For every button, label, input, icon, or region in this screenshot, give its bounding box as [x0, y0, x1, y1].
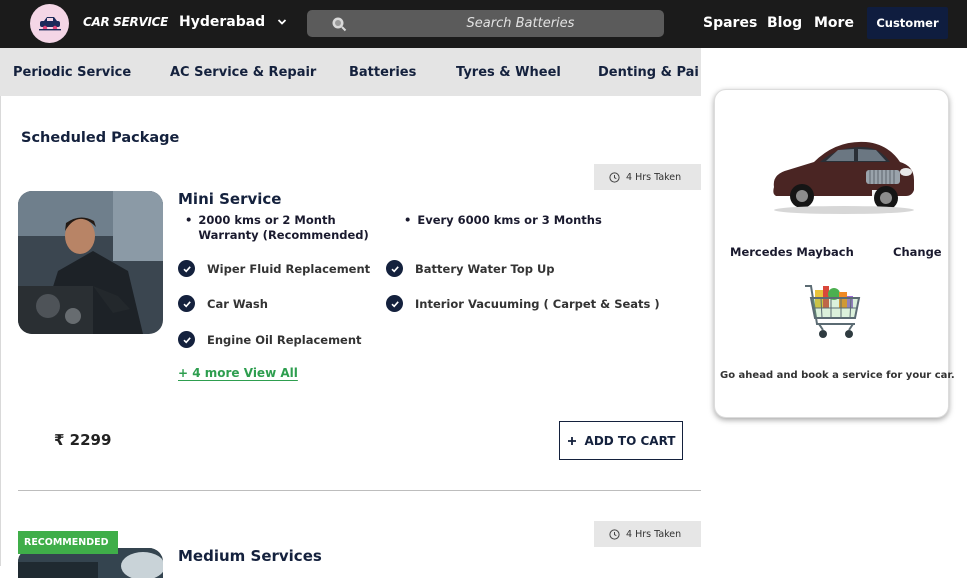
feature-label: Battery Water Top Up: [415, 261, 555, 276]
nav-more[interactable]: More: [814, 15, 854, 31]
feature-label: Car Wash: [207, 296, 268, 311]
car-image: [773, 141, 914, 214]
feature-item: Engine Oil Replacement: [178, 331, 362, 348]
search-icon: [332, 17, 347, 32]
check-icon: [178, 295, 195, 312]
mechanic-image: [18, 191, 163, 334]
feature-item: Battery Water Top Up: [386, 260, 555, 277]
check-icon: [178, 331, 195, 348]
package-title: Medium Services: [178, 547, 322, 565]
recommended-badge: RECOMMENDED: [18, 531, 118, 554]
city-selector[interactable]: Hyderabad: [179, 14, 287, 30]
check-icon: [386, 295, 403, 312]
package-title: Mini Service: [178, 190, 282, 208]
brand-name: CAR SERVICE: [83, 15, 169, 29]
category-batteries[interactable]: Batteries: [349, 65, 416, 80]
feature-label: Wiper Fluid Replacement: [207, 261, 371, 276]
check-icon: [386, 260, 403, 277]
view-all-link[interactable]: + 4 more View All: [178, 366, 298, 380]
car-name: Mercedes Maybach: [730, 245, 854, 259]
category-ac-service[interactable]: AC Service & Repair: [170, 65, 316, 80]
check-icon: [178, 260, 195, 277]
hrs-taken-label: 4 Hrs Taken: [626, 171, 682, 183]
selected-car-card: Mercedes Maybach Change Go ahead and boo…: [714, 89, 955, 418]
hrs-taken-label: 4 Hrs Taken: [626, 528, 682, 540]
customer-button[interactable]: Customer: [867, 7, 948, 39]
change-car-link[interactable]: Change: [893, 245, 942, 259]
add-to-cart-button[interactable]: ADD TO CART: [559, 421, 683, 460]
warranty-item: • 2000 kms or 2 Month Warranty (Recommend…: [185, 213, 390, 243]
nav-blog[interactable]: Blog: [767, 15, 802, 31]
shopping-cart-icon: [805, 285, 861, 338]
warranty-text: 2000 kms or 2 Month Warranty (Recommende…: [198, 213, 369, 242]
section-title: Scheduled Package: [21, 130, 180, 146]
content-border: [0, 96, 1, 566]
category-bar: Periodic Service AC Service & Repair Bat…: [0, 48, 701, 96]
top-header: CAR SERVICE Hyderabad Spares Blog More C…: [0, 0, 967, 48]
category-tyres-wheel[interactable]: Tyres & Wheel: [456, 65, 561, 80]
interval-text: Every 6000 kms or 3 Months: [417, 213, 602, 227]
hrs-taken-badge: 4 Hrs Taken: [594, 521, 701, 547]
car-logo-icon: [38, 16, 61, 30]
nav-spares[interactable]: Spares: [703, 15, 757, 31]
add-to-cart-label: ADD TO CART: [584, 433, 676, 448]
feature-label: Interior Vacuuming ( Carpet & Seats ): [415, 296, 660, 311]
search-bar[interactable]: [307, 10, 664, 37]
feature-label: Engine Oil Replacement: [207, 332, 362, 347]
city-label: Hyderabad: [179, 14, 266, 30]
clock-icon: [609, 528, 620, 540]
category-periodic-service[interactable]: Periodic Service: [13, 65, 131, 80]
chevron-down-icon: [278, 19, 287, 25]
feature-item: Interior Vacuuming ( Carpet & Seats ): [386, 295, 660, 312]
feature-item: Car Wash: [178, 295, 268, 312]
category-denting-painting[interactable]: Denting & Pai: [598, 65, 699, 80]
feature-item: Wiper Fluid Replacement: [178, 260, 370, 277]
brand-logo[interactable]: [30, 4, 69, 43]
search-input[interactable]: [307, 16, 664, 31]
package-divider: [18, 490, 701, 491]
clock-icon: [609, 171, 620, 183]
card-message: Go ahead and book a service for your car…: [720, 370, 955, 381]
package-price: ₹ 2299: [54, 431, 112, 449]
interval-item: • Every 6000 kms or 3 Months: [404, 213, 602, 227]
hrs-taken-badge: 4 Hrs Taken: [594, 164, 701, 190]
plus-icon: [567, 436, 576, 445]
